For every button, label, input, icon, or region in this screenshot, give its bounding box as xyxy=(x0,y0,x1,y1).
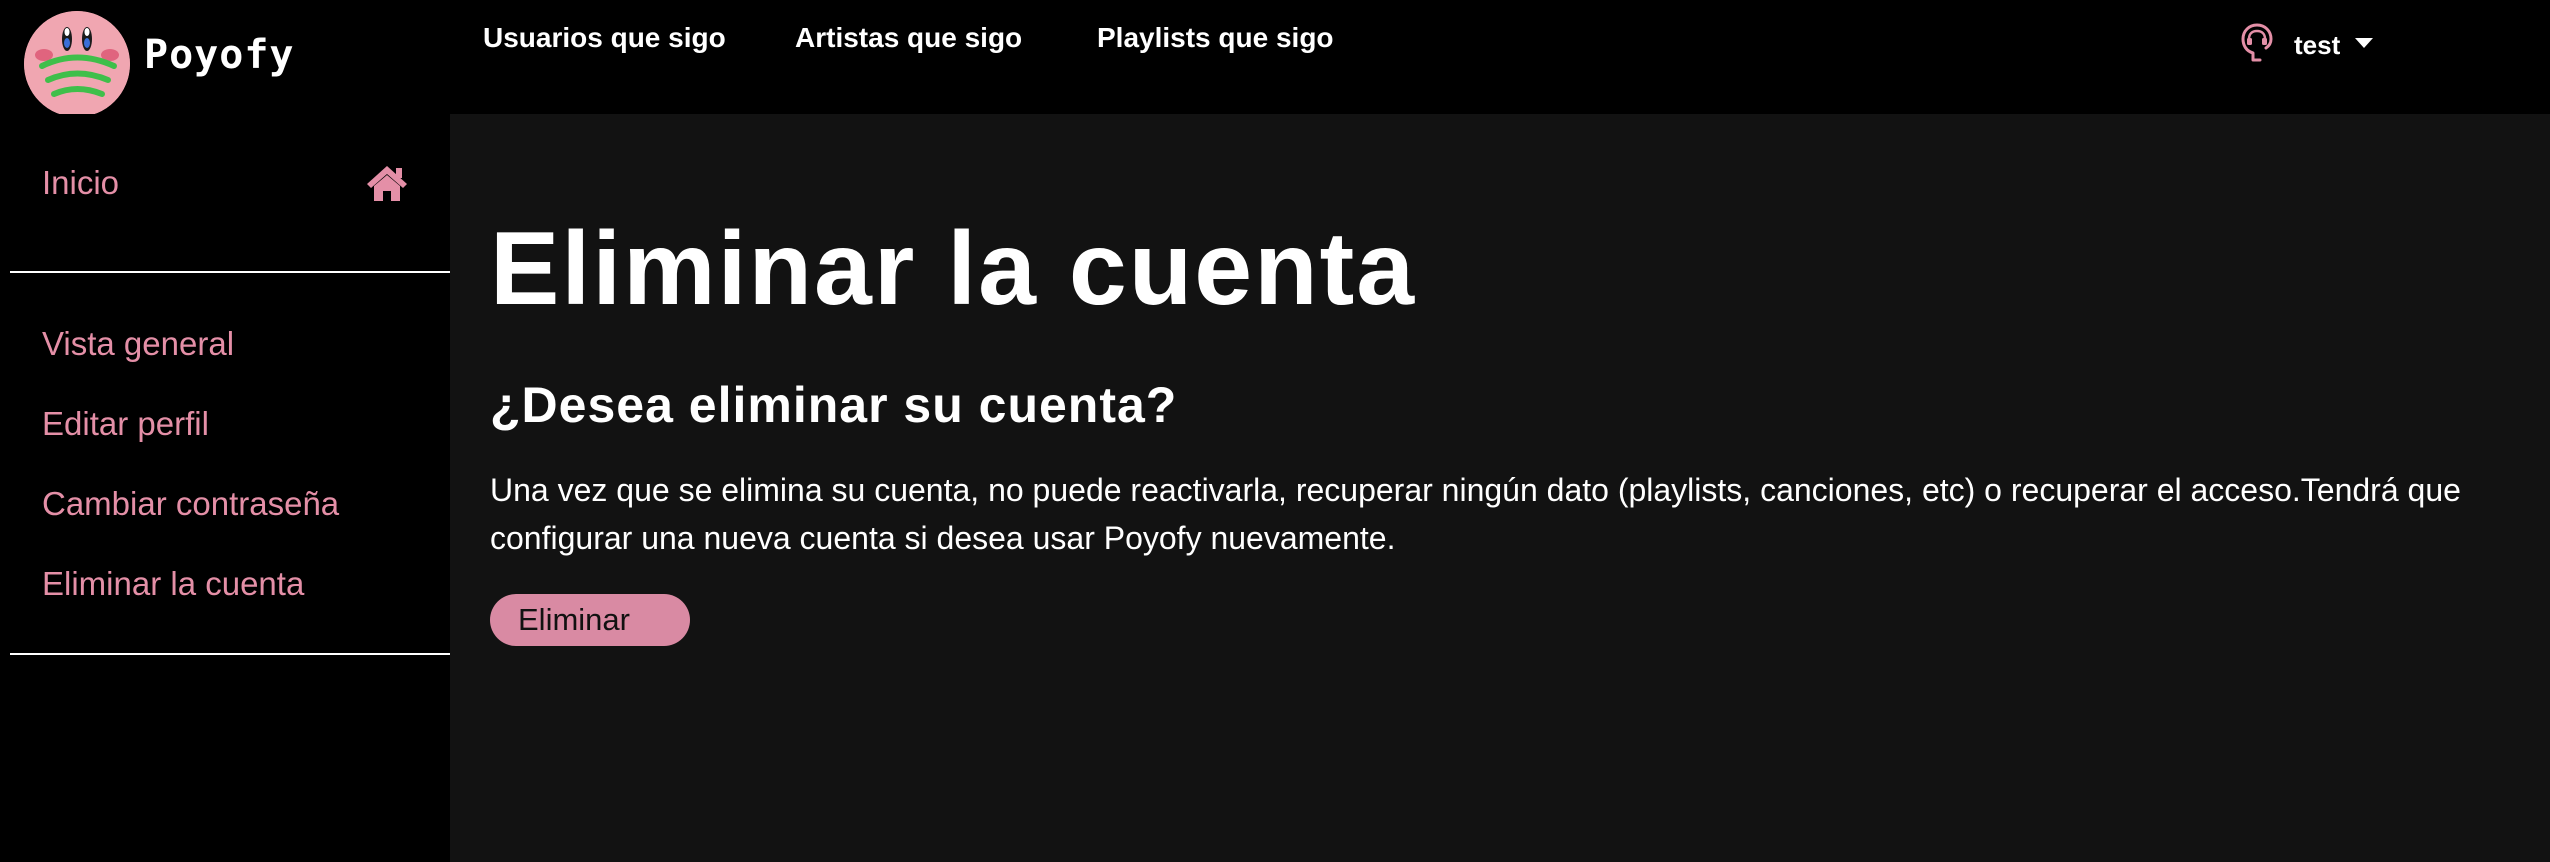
home-icon[interactable] xyxy=(366,164,408,207)
caret-down-icon xyxy=(2354,36,2374,54)
top-navigation-bar: Poyofy Usuarios que sigo Artistas que si… xyxy=(0,0,2550,117)
delete-account-warning: Una vez que se elimina su cuenta, no pue… xyxy=(490,472,2461,556)
sidebar-item-vista-general[interactable]: Vista general xyxy=(42,325,234,363)
nav-artistas-que-sigo[interactable]: Artistas que sigo xyxy=(795,22,1022,54)
user-name: test xyxy=(2294,29,2341,60)
delete-account-question: ¿Desea eliminar su cuenta? xyxy=(490,377,1178,433)
sidebar-divider-top xyxy=(10,271,450,273)
nav-playlists-que-sigo[interactable]: Playlists que sigo xyxy=(1097,22,1334,54)
sidebar-item-inicio[interactable]: Inicio xyxy=(42,164,119,202)
brand-name: Poyofy xyxy=(144,32,295,78)
brand[interactable]: Poyofy xyxy=(24,11,295,117)
delete-account-button[interactable]: Eliminar xyxy=(490,594,690,646)
user-headphones-icon xyxy=(2240,22,2274,69)
sidebar: Inicio Vista general Editar perfil Cambi… xyxy=(0,114,450,862)
sidebar-item-editar-perfil[interactable]: Editar perfil xyxy=(42,405,209,443)
sidebar-divider-bottom xyxy=(10,653,450,655)
user-menu[interactable]: test xyxy=(2240,22,2374,69)
poyofy-logo-icon xyxy=(24,11,130,117)
nav-usuarios-que-sigo[interactable]: Usuarios que sigo xyxy=(483,22,726,54)
sidebar-item-cambiar-contrasena[interactable]: Cambiar contraseña xyxy=(42,485,339,523)
app-window: Poyofy Usuarios que sigo Artistas que si… xyxy=(0,0,2550,862)
sidebar-item-eliminar-la-cuenta[interactable]: Eliminar la cuenta xyxy=(42,565,304,603)
main-content: Eliminar la cuenta ¿Desea eliminar su cu… xyxy=(450,114,2550,862)
page-title: Eliminar la cuenta xyxy=(490,211,1417,327)
